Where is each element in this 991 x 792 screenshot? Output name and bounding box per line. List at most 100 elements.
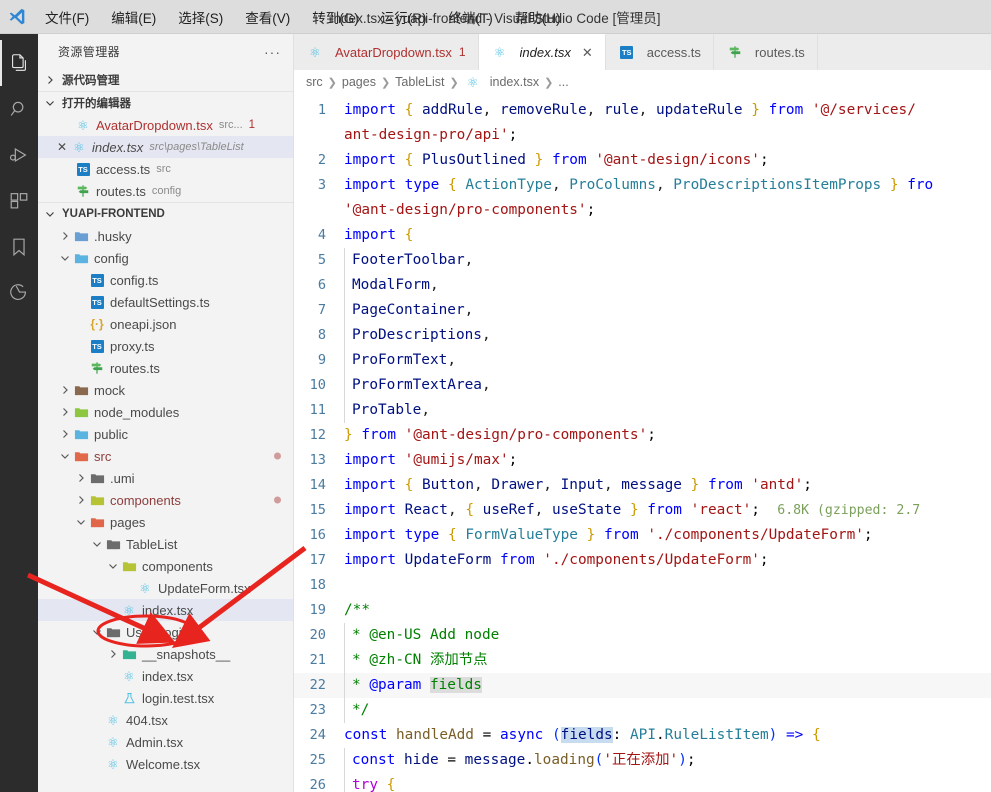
tree-file-404-tsx[interactable]: ⚛ 404.tsx [38, 709, 293, 731]
menu-item-view[interactable]: 查看(V) [234, 3, 301, 31]
line-number: 24 [309, 727, 326, 743]
tree-file-oneapi-json[interactable]: {·} oneapi.json [38, 313, 293, 335]
chevron-right-icon[interactable] [58, 231, 72, 241]
close-icon[interactable]: ✕ [582, 45, 593, 61]
line-number: 9 [317, 352, 326, 368]
tree-file-defaultsettings-ts[interactable]: TS defaultSettings.ts [38, 291, 293, 313]
extensions-icon[interactable] [0, 178, 38, 224]
open-editor-path: src\pages\TableList [149, 141, 244, 153]
menu-item-go[interactable]: 转到(G) [301, 3, 370, 31]
chevron-down-icon[interactable] [58, 253, 72, 263]
code-editor[interactable]: 1 import { addRule, removeRule, rule, upd… [294, 94, 991, 792]
section-source-control[interactable]: 源代码管理 [38, 69, 293, 91]
tab-avatar-dropdown-tsx[interactable]: ⚛ AvatarDropdown.tsx 1 [294, 34, 479, 70]
chevron-down-icon[interactable] [106, 561, 120, 571]
activity-bar [0, 34, 38, 792]
chevron-right-icon[interactable] [74, 495, 88, 505]
tree-folder-node-modules[interactable]: node_modules [38, 401, 293, 423]
tree-folder-public[interactable]: public [38, 423, 293, 445]
open-editor-index-tsx[interactable]: ✕ ⚛ index.tsx src\pages\TableList [38, 136, 293, 158]
tree-file-proxy-ts[interactable]: TS proxy.ts [38, 335, 293, 357]
tree-item-label: index.tsx [142, 668, 194, 684]
chevron-down-icon[interactable] [90, 539, 104, 549]
open-editor-routes-ts[interactable]: routes.ts config [38, 180, 293, 202]
chevron-right-icon[interactable] [58, 407, 72, 417]
tree-file-admin-tsx[interactable]: ⚛ Admin.tsx [38, 731, 293, 753]
explorer-header: 资源管理器 ··· [38, 34, 293, 69]
code-line: 23 */ [294, 698, 991, 723]
tree-item-label: proxy.ts [110, 338, 155, 354]
tree-file-index-tsx[interactable]: ⚛ index.tsx [38, 665, 293, 687]
tree-file-index-tsx[interactable]: ⚛ index.tsx [38, 599, 293, 621]
tree-folder-mock[interactable]: mock [38, 379, 293, 401]
tab-routes-ts[interactable]: routes.ts [713, 34, 818, 70]
tree-item-label: defaultSettings.ts [110, 294, 210, 310]
tree-file-config-ts[interactable]: TS config.ts [38, 269, 293, 291]
tree-folder-snapshots[interactable]: __snapshots__ [38, 643, 293, 665]
tree-item-label: oneapi.json [110, 316, 177, 332]
breadcrumb-item-pages[interactable]: pages [342, 75, 376, 89]
tree-folder-tablelist[interactable]: TableList [38, 533, 293, 555]
chevron-down-icon [42, 209, 58, 219]
line-number: 4 [317, 227, 326, 243]
menu-item-edit[interactable]: 编辑(E) [100, 3, 167, 31]
code-line: 4 import { [294, 223, 991, 248]
tree-folder-umi[interactable]: .umi [38, 467, 293, 489]
folder-mock-icon [72, 383, 90, 398]
close-icon[interactable]: ✕ [54, 140, 70, 154]
tree-folder-components[interactable]: components [38, 489, 293, 511]
tree-folder-src[interactable]: src [38, 445, 293, 467]
tab-index-tsx[interactable]: ⚛ index.tsx ✕ [478, 34, 606, 70]
open-editor-avatar-dropdown[interactable]: ⚛ AvatarDropdown.tsx src... 1 [38, 114, 293, 136]
line-number: 16 [309, 527, 326, 543]
chevron-right-icon[interactable] [74, 473, 88, 483]
explorer-more-actions-icon[interactable]: ··· [260, 44, 285, 60]
tree-item-label: config [94, 250, 129, 266]
tree-folder-pages[interactable]: pages [38, 511, 293, 533]
chevron-down-icon[interactable] [90, 627, 104, 637]
folder-node-icon [72, 405, 90, 420]
react-icon: ⚛ [493, 45, 506, 60]
section-project-root[interactable]: YUAPI-FRONTEND [38, 202, 293, 225]
code-line: 20 * @en-US Add node [294, 623, 991, 648]
menu-item-help[interactable]: 帮助(H) [504, 3, 572, 31]
code-line: 6 ModalForm, [294, 273, 991, 298]
chevron-down-icon[interactable] [74, 517, 88, 527]
breadcrumb-item-src[interactable]: src [306, 75, 323, 89]
chevron-right-icon[interactable] [106, 649, 120, 659]
tree-file-routes-ts[interactable]: routes.ts [38, 357, 293, 379]
breadcrumb-item-index-tsx[interactable]: index.tsx [490, 75, 539, 89]
bookmarks-icon[interactable] [0, 224, 38, 270]
menu-item-run[interactable]: 运行(R) [370, 3, 438, 31]
chevron-right-icon: ❯ [327, 76, 337, 89]
menu-item-file[interactable]: 文件(F) [34, 3, 100, 31]
tree-item-label: TableList [126, 536, 178, 552]
open-editor-label: routes.ts [96, 183, 146, 199]
search-icon[interactable] [0, 86, 38, 132]
menu-bar[interactable]: 文件(F) 编辑(E) 选择(S) 查看(V) 转到(G) 运行(R) 终端(T… [34, 3, 572, 31]
chevron-down-icon[interactable] [58, 451, 72, 461]
tree-folder-user-login[interactable]: User\Login [38, 621, 293, 643]
menu-item-selection[interactable]: 选择(S) [167, 3, 234, 31]
tree-file-login-test-tsx[interactable]: login.test.tsx [38, 687, 293, 709]
tab-access-ts[interactable]: TS access.ts [605, 34, 714, 70]
chevron-right-icon[interactable] [58, 385, 72, 395]
line-number: 19 [309, 602, 326, 618]
breadcrumb: src ❯ pages ❯ TableList ❯ ⚛ index.tsx ❯ … [294, 70, 991, 94]
tree-folder-config[interactable]: config [38, 247, 293, 269]
tree-file-updateform-tsx[interactable]: ⚛ UpdateForm.tsx [38, 577, 293, 599]
explorer-icon[interactable] [0, 40, 38, 86]
breadcrumb-item-more[interactable]: ... [558, 75, 568, 89]
run-and-debug-icon[interactable] [0, 132, 38, 178]
open-editor-access-ts[interactable]: TS access.ts src [38, 158, 293, 180]
tree-file-welcome-tsx[interactable]: ⚛ Welcome.tsx [38, 753, 293, 775]
tree-folder-components[interactable]: components [38, 555, 293, 577]
tree-item-label: node_modules [94, 404, 180, 420]
tree-folder-husky[interactable]: .husky [38, 225, 293, 247]
code-line: 15 import React, { useRef, useState } fro… [294, 498, 991, 523]
breadcrumb-item-tablelist[interactable]: TableList [395, 75, 444, 89]
menu-item-terminal[interactable]: 终端(T) [438, 3, 504, 31]
section-open-editors[interactable]: 打开的编辑器 [38, 91, 293, 114]
chevron-right-icon[interactable] [58, 429, 72, 439]
todo-tree-icon[interactable] [0, 270, 38, 316]
